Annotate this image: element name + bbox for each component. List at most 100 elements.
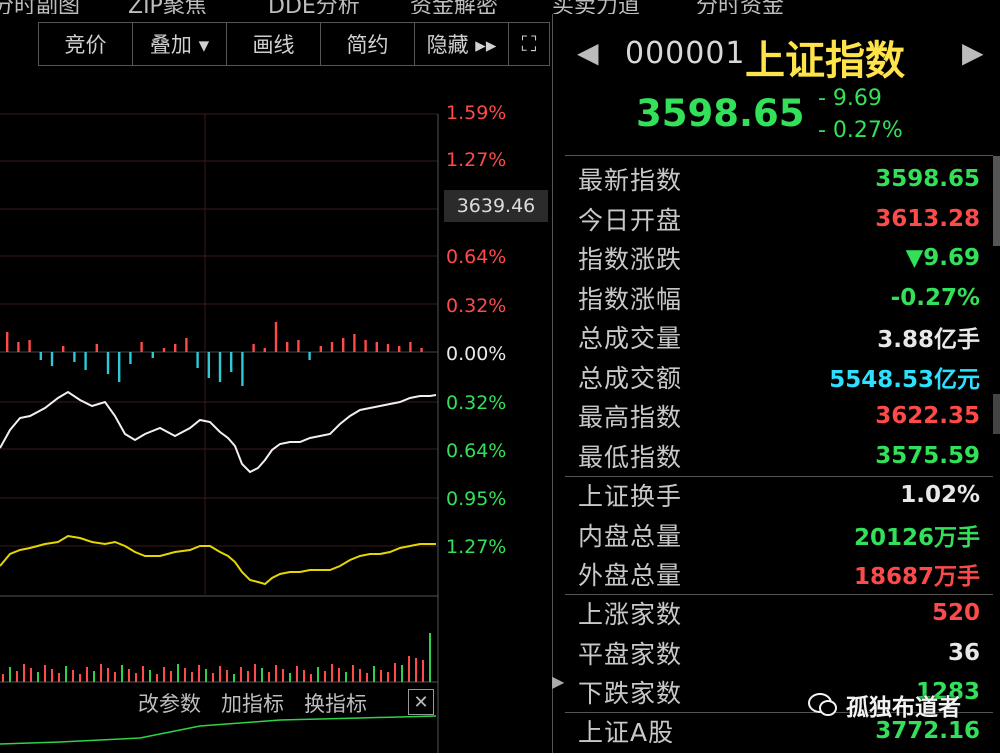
flow-bar (50, 352, 54, 366)
add-indicator-button[interactable]: 加指标 (221, 688, 284, 718)
flow-bar (274, 322, 278, 352)
flow-bar (73, 352, 76, 362)
tab-3[interactable]: 资金解密 (410, 0, 498, 14)
volume-bar (191, 672, 193, 682)
flow-bar (241, 352, 244, 386)
flow-bar (409, 342, 412, 352)
cursor-price-tag: 3639.46 (444, 190, 548, 222)
volume-bar (37, 672, 39, 682)
flow-bar (308, 352, 311, 360)
flow-bar (375, 342, 378, 352)
volume-bar (422, 660, 424, 682)
volume-bar (205, 669, 207, 682)
axis-pct-label: 0.64% (446, 246, 507, 268)
volume-bar (415, 658, 417, 682)
quote-value: 3598.65 (875, 166, 980, 192)
flow-bar (297, 340, 300, 352)
volume-bar (247, 671, 249, 682)
volume-bar (317, 667, 319, 682)
top-tab-strip: 分时副图 ZIP聚焦 DDE分析 资金解密 买卖力道 分时资金 (0, 0, 1000, 14)
quote-value: 18687万手 (853, 564, 980, 590)
volume-bar (9, 667, 11, 682)
quote-label: 总成交量 (578, 324, 683, 353)
tab-1[interactable]: ZIP聚焦 (128, 0, 207, 14)
flow-bar (330, 342, 334, 352)
volume-bar (156, 674, 158, 682)
scrollbar[interactable] (993, 156, 1000, 246)
volume-bar (121, 665, 123, 682)
indicator-tools: 改参数 加指标 换指标 (138, 688, 367, 718)
next-index-icon[interactable]: ▶ (962, 36, 984, 69)
wechat-icon (808, 693, 837, 716)
current-price: 3598.65 (636, 92, 805, 135)
close-icon[interactable]: ✕ (408, 689, 434, 715)
prev-index-icon[interactable]: ◀ (577, 36, 599, 69)
volume-bar (65, 666, 67, 682)
flow-bar (252, 344, 255, 352)
price-line (0, 390, 437, 474)
quote-value: 5548.53亿元 (829, 366, 980, 393)
quote-label: 最低指数 (578, 442, 683, 472)
quote-label: 上证A股 (578, 718, 675, 747)
volume-bar (100, 664, 102, 682)
quote-row: 最新指数 3598.65 (578, 160, 980, 198)
volume-bar (387, 672, 389, 682)
divider (565, 155, 993, 156)
volume-bar (58, 673, 60, 682)
hide-button[interactable]: 隐藏 ▸▸ (415, 23, 509, 65)
volume-bar (310, 674, 312, 682)
quote-row: 今日开盘 3613.28 (578, 200, 980, 238)
volume-bars (2, 633, 431, 682)
tab-2[interactable]: DDE分析 (268, 0, 360, 14)
volume-bar (2, 674, 4, 682)
quote-label: 指数涨幅 (578, 284, 683, 314)
draw-line-button[interactable]: 画线 (227, 23, 321, 65)
quote-value: 20126万手 (853, 524, 980, 551)
volume-bar (51, 669, 53, 682)
flow-bar (129, 352, 132, 364)
quote-value: 3613.28 (875, 205, 980, 232)
quote-row: 平盘家数 36 (578, 634, 980, 672)
flow-bar (162, 348, 166, 352)
flow-bar (118, 352, 121, 382)
quote-row: 总成交量 3.88亿手 (578, 318, 980, 356)
volume-bar (212, 673, 214, 682)
switch-indicator-button[interactable]: 换指标 (304, 688, 367, 718)
flow-bar (151, 352, 154, 358)
volume-bar (23, 664, 25, 682)
flow-bar (398, 346, 401, 352)
quote-label: 指数涨跌 (578, 245, 683, 274)
volume-bar (184, 668, 186, 682)
price-change-pct: - 0.27% (818, 118, 903, 143)
simple-mode-button[interactable]: 简约 (321, 23, 415, 65)
auction-button[interactable]: 竞价 (39, 23, 133, 65)
axis-pct-label: 0.64% (446, 440, 507, 462)
tab-5[interactable]: 分时资金 (696, 0, 784, 14)
volume-bar (149, 670, 151, 682)
quote-label: 平盘家数 (578, 639, 683, 669)
volume-bar (429, 633, 431, 682)
tab-0[interactable]: 分时副图 (0, 0, 80, 14)
scrollbar-thumb[interactable] (993, 394, 1000, 434)
volume-bar (107, 668, 109, 682)
flow-bar (95, 344, 98, 352)
tab-4[interactable]: 买卖力道 (552, 0, 640, 14)
overlay-dropdown[interactable]: 叠加 ▾ (133, 23, 227, 65)
quote-value: ▼9.69 (905, 245, 980, 271)
quote-label: 最高指数 (578, 403, 683, 432)
quote-row: 最低指数 3575.59 (578, 437, 980, 475)
axis-pct-label: 0.00% (446, 343, 507, 365)
modify-params-button[interactable]: 改参数 (138, 688, 201, 718)
collapse-panel-icon[interactable]: ▶ (552, 672, 564, 702)
volume-bar (16, 671, 18, 682)
quote-value: 3.88亿手 (877, 327, 980, 353)
fullscreen-icon[interactable]: ⛶ (509, 23, 549, 65)
volume-bar (142, 666, 144, 682)
axis-pct-label: 0.32% (446, 392, 507, 414)
volume-bar (254, 664, 256, 682)
axis-pct-label: 1.27% (446, 149, 507, 171)
money-flow-bars (6, 322, 423, 386)
axis-pct-label: 1.27% (446, 536, 507, 558)
flow-bar (342, 338, 345, 352)
indicator-line (0, 715, 437, 745)
